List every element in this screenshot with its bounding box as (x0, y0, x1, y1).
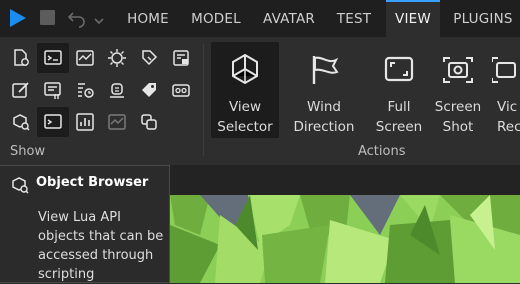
tab-avatar[interactable]: AVATAR (257, 0, 321, 37)
screenshot-label: Screen Shot (434, 99, 482, 135)
stop-icon[interactable] (39, 8, 57, 28)
camera-icon[interactable] (165, 75, 197, 105)
full-screen-icon (384, 56, 414, 82)
top-bar: HOME MODEL AVATAR TEST VIEW PLUGINS (0, 0, 520, 37)
tab-home[interactable]: HOME (118, 0, 178, 37)
tag-editor-icon[interactable] (133, 43, 165, 73)
video-record-button[interactable]: Vic Rec (492, 42, 520, 138)
command-line-icon[interactable] (37, 107, 69, 137)
video-record-icon (492, 57, 516, 83)
stats-icon[interactable] (69, 107, 101, 137)
view-selector-icon (232, 53, 258, 85)
tab-test[interactable]: TEST (330, 0, 378, 37)
script-analysis-icon[interactable] (101, 43, 133, 73)
task-scheduler-icon[interactable] (69, 75, 101, 105)
screenshot-button[interactable]: Screen Shot (424, 42, 492, 138)
full-screen-button[interactable]: Full Screen (365, 42, 433, 138)
video-record-label: Vic Rec (497, 99, 520, 135)
properties-lock-icon[interactable] (165, 43, 197, 73)
render-icon[interactable] (101, 107, 133, 137)
teams-icon[interactable] (133, 107, 165, 137)
terrain-icon[interactable] (101, 75, 133, 105)
object-browser-icon[interactable] (5, 107, 37, 137)
wind-direction-label: Wind Direction (293, 99, 355, 135)
performance-icon[interactable] (69, 43, 101, 73)
play-icon[interactable] (7, 8, 27, 28)
redo-icon[interactable] (92, 8, 106, 28)
tab-plugins[interactable]: PLUGINS (448, 0, 518, 37)
command-bar-icon[interactable] (37, 75, 69, 105)
tooltip-title: Object Browser (36, 175, 149, 190)
tags-icon[interactable] (133, 75, 165, 105)
edit-icon[interactable] (5, 75, 37, 105)
tab-model[interactable]: MODEL (186, 0, 246, 37)
undo-icon[interactable] (67, 8, 87, 28)
show-group-label: Show (10, 144, 46, 159)
object-browser-icon (12, 177, 29, 194)
wind-direction-button[interactable]: Wind Direction (290, 42, 358, 138)
object-browser-tooltip: Object Browser View Lua API objects that… (0, 165, 170, 283)
output-icon[interactable] (37, 43, 69, 73)
view-selector-button[interactable]: View Selector (211, 42, 279, 138)
tooltip-description: View Lua API objects that can be accesse… (38, 210, 164, 282)
tab-view[interactable]: VIEW (386, 0, 440, 37)
group-divider (203, 44, 204, 156)
actions-group-label: Actions (358, 144, 406, 159)
full-screen-label: Full Screen (375, 99, 423, 135)
explorer-icon[interactable] (5, 43, 37, 73)
wind-direction-icon (312, 56, 339, 84)
view-selector-label: View Selector (217, 99, 273, 135)
screenshot-icon (443, 57, 473, 83)
